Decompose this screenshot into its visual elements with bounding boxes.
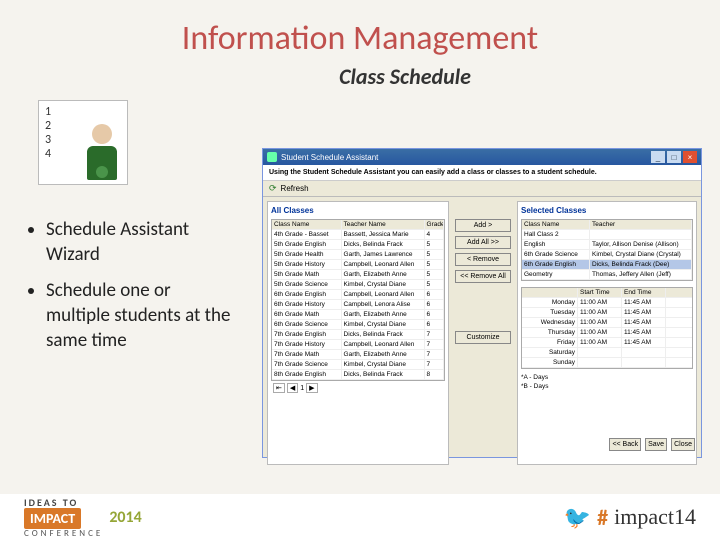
toolbar: ⟳ Refresh bbox=[263, 181, 701, 197]
time-grid: Start Time End Time Monday11:00 AM11:45 … bbox=[521, 287, 693, 369]
pager-page: 1 bbox=[300, 385, 304, 392]
back-button[interactable]: << Back bbox=[609, 438, 641, 451]
panel-title-selected: Selected Classes bbox=[521, 206, 693, 215]
bullet-item: Schedule Assistant Wizard bbox=[46, 218, 238, 267]
table-row[interactable]: 7th Grade ScienceKimbel, Crystal Diane7 bbox=[272, 360, 444, 370]
conference-logo: IDEAS TO IMPACT CONFERENCE 2014 bbox=[24, 496, 142, 539]
pager-next-icon[interactable]: ▶ bbox=[306, 383, 317, 393]
save-button[interactable]: Save bbox=[645, 438, 667, 451]
time-row: Friday11:00 AM11:45 AM bbox=[522, 338, 692, 348]
refresh-icon[interactable]: ⟳ bbox=[269, 183, 277, 194]
slide-subtitle: Class Schedule bbox=[90, 63, 720, 90]
legend: *A - Days *B - Days bbox=[521, 373, 693, 391]
pager[interactable]: ⇤ ◀ 1 ▶ bbox=[271, 381, 445, 395]
slide-title: Information Management bbox=[0, 0, 720, 59]
intro-text: Using the Student Schedule Assistant you… bbox=[263, 165, 701, 181]
add-all-button[interactable]: Add All >> bbox=[455, 236, 511, 249]
close-bottom-button[interactable]: Close bbox=[671, 438, 695, 451]
hashtag: 🐦 # impact14 bbox=[564, 504, 696, 531]
time-row: Tuesday11:00 AM11:45 AM bbox=[522, 308, 692, 318]
table-row[interactable]: 5th Grade MathGarth, Elizabeth Anne5 bbox=[272, 270, 444, 280]
minimize-button[interactable]: _ bbox=[651, 151, 665, 163]
app-window: Student Schedule Assistant _ □ × Using t… bbox=[262, 148, 702, 458]
table-row[interactable]: 5th Grade EnglishDicks, Belinda Frack5 bbox=[272, 240, 444, 250]
table-row[interactable]: 6th Grade HistoryCampbell, Lenora Alise6 bbox=[272, 300, 444, 310]
table-row[interactable]: 4th Grade - BassetBassett, Jessica Marie… bbox=[272, 230, 444, 240]
selected-classes-panel: Selected Classes Class Name Teacher Hall… bbox=[517, 201, 697, 465]
table-row[interactable]: 6th Grade EnglishCampbell, Leonard Allen… bbox=[272, 290, 444, 300]
table-row[interactable]: 6th Grade EnglishDicks, Belinda Frack (D… bbox=[522, 260, 692, 270]
twitter-icon: 🐦 bbox=[564, 504, 591, 531]
table-row[interactable]: 7th Grade MathGarth, Elizabeth Anne7 bbox=[272, 350, 444, 360]
time-row: Saturday bbox=[522, 348, 692, 358]
add-button[interactable]: Add > bbox=[455, 219, 511, 232]
pager-first-icon[interactable]: ⇤ bbox=[273, 383, 285, 393]
table-row[interactable]: 8th Grade EnglishDicks, Belinda Frack8 bbox=[272, 370, 444, 380]
remove-all-button[interactable]: << Remove All bbox=[455, 270, 511, 283]
slide-footer: IDEAS TO IMPACT CONFERENCE 2014 🐦 # impa… bbox=[0, 494, 720, 540]
window-title: Student Schedule Assistant bbox=[281, 153, 649, 162]
schedule-icon: 1234 bbox=[38, 100, 128, 185]
table-row[interactable]: GeometryThomas, Jeffery Allen (Jeff) bbox=[522, 270, 692, 280]
table-row[interactable]: Hall Class 2 bbox=[522, 230, 692, 240]
table-row[interactable]: 5th Grade HistoryCampbell, Leonard Allen… bbox=[272, 260, 444, 270]
table-row[interactable]: EnglishTaylor, Allison Denise (Allison) bbox=[522, 240, 692, 250]
refresh-label[interactable]: Refresh bbox=[281, 184, 309, 193]
transfer-buttons: Add > Add All >> < Remove << Remove All … bbox=[453, 201, 513, 465]
table-row[interactable]: 6th Grade MathGarth, Elizabeth Anne6 bbox=[272, 310, 444, 320]
table-row[interactable]: 6th Grade ScienceKimbel, Crystal Diane (… bbox=[522, 250, 692, 260]
all-classes-grid[interactable]: Class Name Teacher Name Grade 4th Grade … bbox=[271, 219, 445, 381]
bullet-list: Schedule Assistant Wizard Schedule one o… bbox=[28, 218, 238, 365]
time-row: Monday11:00 AM11:45 AM bbox=[522, 298, 692, 308]
time-row: Sunday bbox=[522, 358, 692, 368]
selected-classes-grid[interactable]: Class Name Teacher Hall Class 2EnglishTa… bbox=[521, 219, 693, 281]
table-row[interactable]: 5th Grade HealthGarth, James Lawrence5 bbox=[272, 250, 444, 260]
panel-title-all: All Classes bbox=[271, 206, 445, 215]
close-button[interactable]: × bbox=[683, 151, 697, 163]
table-row[interactable]: 5th Grade ScienceKimbel, Crystal Diane5 bbox=[272, 280, 444, 290]
bullet-item: Schedule one or multiple students at the… bbox=[46, 279, 238, 353]
app-icon bbox=[267, 152, 277, 162]
maximize-button[interactable]: □ bbox=[667, 151, 681, 163]
remove-button[interactable]: < Remove bbox=[455, 253, 511, 266]
titlebar: Student Schedule Assistant _ □ × bbox=[263, 149, 701, 165]
customize-button[interactable]: Customize bbox=[455, 331, 511, 344]
pager-prev-icon[interactable]: ◀ bbox=[287, 383, 298, 393]
time-row: Thursday11:00 AM11:45 AM bbox=[522, 328, 692, 338]
all-classes-panel: All Classes Class Name Teacher Name Grad… bbox=[267, 201, 449, 465]
table-row[interactable]: 7th Grade EnglishDicks, Belinda Frack7 bbox=[272, 330, 444, 340]
table-row[interactable]: 6th Grade ScienceKimbel, Crystal Diane6 bbox=[272, 320, 444, 330]
table-row[interactable]: 7th Grade HistoryCampbell, Leonard Allen… bbox=[272, 340, 444, 350]
time-row: Wednesday11:00 AM11:45 AM bbox=[522, 318, 692, 328]
